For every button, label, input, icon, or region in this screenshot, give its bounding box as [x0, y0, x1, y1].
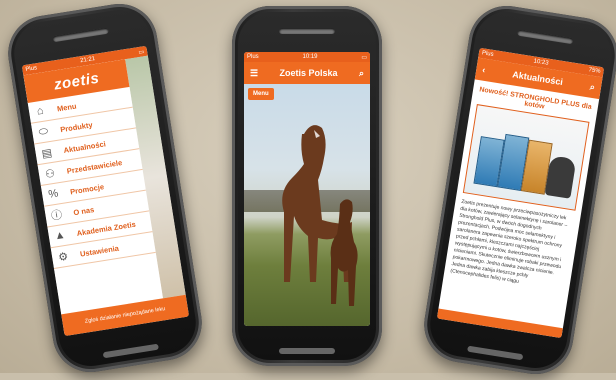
menu-item-label: Aktualności: [62, 138, 107, 155]
screen-home: Plus 10:19 ▭ ☰ Zoetis Polska ⌕ Menu: [244, 52, 370, 326]
menu-tooltip: Menu: [248, 88, 274, 100]
phone-center: Plus 10:19 ▭ ☰ Zoetis Polska ⌕ Menu: [232, 6, 382, 366]
app-bar: ☰ Zoetis Polska ⌕: [244, 62, 370, 84]
search-icon[interactable]: ⌕: [589, 81, 596, 93]
home-icon: ⌂: [35, 104, 45, 118]
horses-photo: [244, 84, 370, 326]
time-label: 21:21: [79, 55, 96, 65]
menu-item-label: Akademia Zoetis: [75, 219, 137, 238]
hamburger-menu-icon[interactable]: ☰: [250, 68, 258, 79]
app-title: Zoetis Polska: [279, 68, 338, 78]
home-button: [279, 348, 335, 354]
carrier-label: Plus: [247, 54, 259, 60]
menu-item-label: Ustawienia: [79, 243, 120, 259]
battery-icon: ▭: [138, 48, 145, 56]
screen-menu: Plus 21:21 ▭ zoetis ⌂ Menu ⬭ Produkty ▤ …: [21, 45, 190, 337]
graduation-cap-icon: ▲: [53, 228, 67, 243]
pill-icon: ⬭: [37, 124, 49, 139]
horses-illustration: [282, 125, 358, 306]
time-label: 10:19: [302, 54, 318, 60]
percent-icon: %: [47, 187, 60, 201]
menu-item-label: O nas: [72, 204, 95, 217]
battery-label: 75%: [588, 67, 601, 75]
carrier-label: Plus: [481, 50, 494, 58]
search-icon[interactable]: ⌕: [359, 68, 364, 79]
time-label: 10:23: [533, 58, 549, 67]
back-arrow-icon[interactable]: ‹: [482, 65, 487, 75]
menu-item-label: Menu: [56, 101, 78, 113]
phone-speaker: [279, 28, 335, 34]
menu-item-label: Produkty: [59, 119, 94, 134]
product-image: [462, 104, 590, 211]
status-bar: Plus 10:19 ▭: [244, 52, 370, 62]
gear-icon: ⚙: [57, 250, 70, 264]
info-icon: ⓘ: [50, 209, 64, 223]
screen-news: Plus 10:23 75% ‹ Aktualności ⌕ Nowość! S…: [436, 47, 605, 339]
battery-icon: ▭: [361, 54, 367, 61]
menu-item-label: Przedstawiciele: [66, 157, 123, 176]
carrier-label: Plus: [25, 65, 38, 73]
news-icon: ▤: [40, 146, 53, 160]
app-title: Aktualności: [511, 69, 564, 88]
menu-item-label: Promocje: [69, 181, 105, 196]
people-icon: ⚇: [44, 167, 56, 181]
